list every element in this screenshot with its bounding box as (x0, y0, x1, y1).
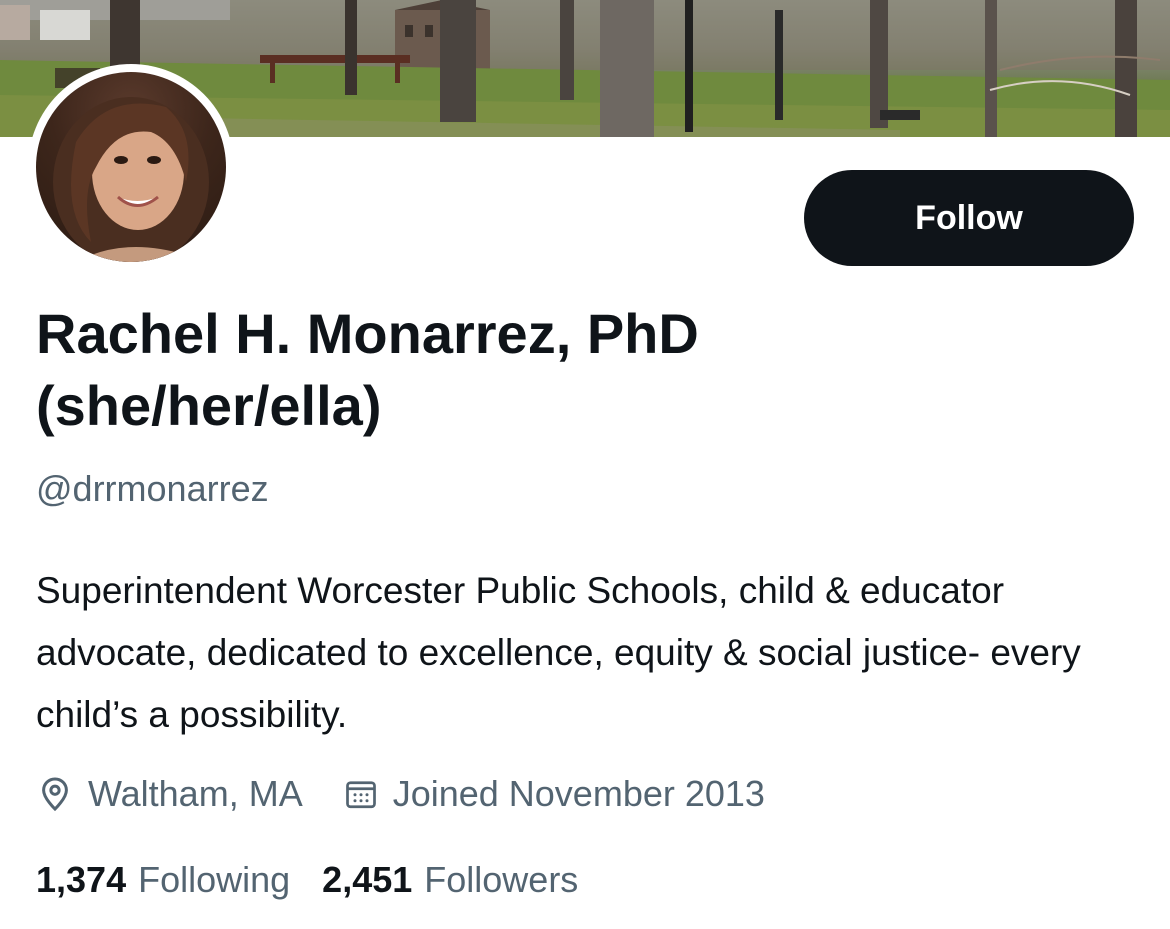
location-text: Waltham, MA (88, 773, 303, 814)
location-item: Waltham, MA (36, 773, 303, 815)
avatar-photo (36, 72, 226, 262)
following-count: 1,374 (36, 859, 127, 900)
followers-label: Followers (424, 859, 579, 900)
profile-meta: Waltham, MA Joined November 2013 (36, 770, 805, 818)
profile-bio: Superintendent Worcester Public Schools,… (36, 570, 1081, 735)
joined-item: Joined November 2013 (343, 773, 765, 815)
calendar-icon (345, 781, 376, 809)
profile-handle: @drrmonarrez (36, 468, 269, 509)
follow-button[interactable]: Follow (804, 170, 1134, 266)
following-link[interactable]: 1,374 Following (36, 859, 290, 901)
location-pin-icon (42, 777, 68, 812)
followers-count: 2,451 (322, 859, 413, 900)
profile-display-name: Rachel H. Monarrez, PhD (she/her/ella) (36, 302, 699, 437)
profile-stats: 1,374 Following 2,451 Followers (36, 856, 610, 904)
profile-avatar[interactable] (28, 64, 234, 270)
followers-link[interactable]: 2,451 Followers (322, 859, 578, 901)
following-label: Following (138, 859, 291, 900)
joined-text: Joined November 2013 (392, 773, 765, 814)
